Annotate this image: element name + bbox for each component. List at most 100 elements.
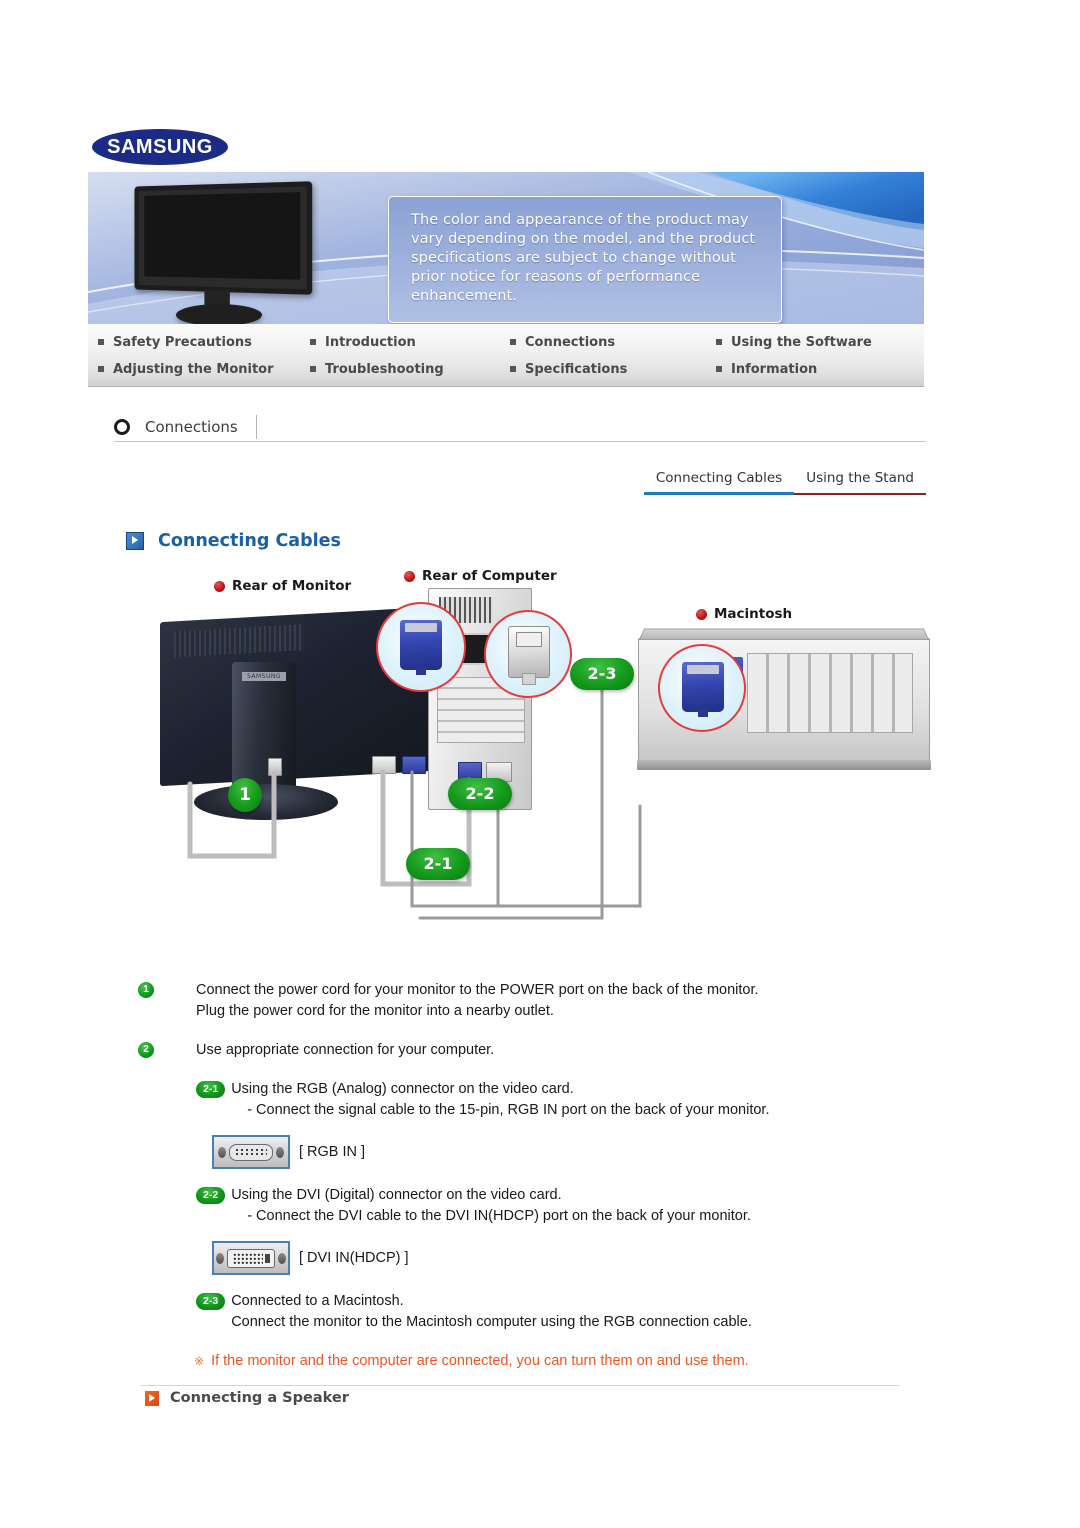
nav-label: Connections [525,334,616,350]
tab-connecting-cables[interactable]: Connecting Cables [643,470,795,495]
sub-2-1-lines: Using the RGB (Analog) connector on the … [231,1079,769,1121]
diagram-badge-2-3: 2-3 [570,658,634,690]
macintosh-vga-connector-illustration [682,662,724,717]
rgb-port-icon [212,1135,290,1169]
page-title: Connecting Cables [126,531,341,551]
nav-label: Safety Precautions [113,334,252,350]
instruction-step-2: 2 Use appropriate connection for your co… [138,1040,938,1061]
warning-note-text: If the monitor and the computer are conn… [211,1353,749,1369]
reference-mark-icon: ※ [194,1354,205,1368]
samsung-logo: SAMSUNG [92,129,228,165]
screw-icon [278,1252,286,1264]
dvi-blade [264,1253,270,1263]
hero-monitor-image [128,181,318,324]
section-title: Connections [145,414,257,439]
section-header-inner: Connections [114,412,926,442]
nav-label: Using the Software [731,334,872,350]
instruction-sub-2-2: 2-2 Using the DVI (Digital) connector on… [196,1185,938,1227]
dvi-port-caption: [ DVI IN(HDCP) ] [299,1250,409,1266]
red-dot-icon [696,608,707,620]
nav-item-specifications[interactable]: Specifications [510,357,716,381]
sub-2-3-line-1: Connected to a Macintosh. [231,1293,404,1309]
sub-2-1-line-1: Using the RGB (Analog) connector on the … [231,1081,574,1097]
nav-label: Introduction [325,334,416,350]
square-bullet-icon [310,366,316,372]
macintosh-expansion-slots [747,653,913,733]
label-text: Macintosh [714,606,793,622]
nav-item-information[interactable]: Information [716,357,918,381]
label-text: Rear of Monitor [232,578,352,594]
monitor-power-port [268,758,282,776]
main-navigation: Safety Precautions Introduction Connecti… [88,324,924,387]
nav-item-adjusting-the-monitor[interactable]: Adjusting the Monitor [98,357,310,381]
square-bullet-icon [310,339,316,345]
step-1-line-1: Connect the power cord for your monitor … [196,982,759,998]
nav-grid: Safety Precautions Introduction Connecti… [98,330,918,381]
nav-label: Troubleshooting [325,361,444,377]
vga-connector-illustration [400,620,442,675]
dvi-port-icon [212,1241,290,1275]
speaker-section-title: Connecting a Speaker [170,1390,349,1406]
sub-badge-2-3: 2-3 [196,1293,226,1310]
screw-icon [276,1146,284,1158]
orange-arrow-icon [145,1390,159,1406]
warning-note: ※ If the monitor and the computer are co… [194,1351,938,1371]
callout-bubble-dvi [484,610,572,698]
sub-2-3-line-2: Connect the monitor to the Macintosh com… [231,1314,752,1330]
square-bullet-icon [98,339,104,345]
sub-2-3-head: 2-3 Connected to a Macintosh. Connect th… [196,1291,938,1333]
monitor-screen [134,181,313,295]
sub-2-1-head: 2-1 Using the RGB (Analog) connector on … [196,1079,938,1121]
port-illustration-rgb: [ RGB IN ] [212,1135,938,1169]
diagram-badge-2-2: 2-2 [448,778,512,810]
monitor-screen-inner [144,192,301,280]
callout-bubble-macintosh [658,644,746,732]
hero-banner: The color and appearance of the product … [88,172,924,325]
nav-item-safety-precautions[interactable]: Safety Precautions [98,330,310,354]
connection-diagram: Rear of Monitor Rear of Computer Macinto… [140,566,931,956]
diagram-label-rear-of-monitor: Rear of Monitor [214,578,351,594]
vga-pins [235,1147,267,1157]
tab-label: Using the Stand [806,470,914,486]
sub-2-2-lines: Using the DVI (Digital) connector on the… [231,1185,751,1227]
nav-item-troubleshooting[interactable]: Troubleshooting [310,357,510,381]
tab-using-the-stand[interactable]: Using the Stand [794,470,926,495]
vga-shell [229,1143,273,1161]
section-divider [140,1385,900,1386]
nav-item-connections[interactable]: Connections [510,330,716,354]
nav-label: Adjusting the Monitor [113,361,274,377]
section-header: Connections [114,412,926,442]
logo-text: SAMSUNG [107,136,213,158]
red-dot-icon [214,580,225,592]
circle-marker-icon [114,418,130,435]
sub-2-2-line-2: - Connect the DVI cable to the DVI IN(HD… [247,1208,751,1224]
manual-page: SAMSUNG The color and appearance of the … [0,0,1080,1528]
square-bullet-icon [510,366,516,372]
instruction-step-1: 1 Connect the power cord for your monito… [138,980,938,1022]
diagram-label-macintosh: Macintosh [696,606,792,622]
macintosh-top-panel [639,628,929,640]
nav-label: Information [731,361,818,377]
product-notice-text: The color and appearance of the product … [411,212,756,304]
speaker-section-header: Connecting a Speaker [145,1390,349,1406]
sub-badge-2-1: 2-1 [196,1081,226,1098]
diagram-label-rear-of-computer: Rear of Computer [404,568,557,584]
step-2-text: Use appropriate connection for your comp… [196,1042,495,1058]
step-number-badge: 2 [138,1042,154,1058]
monitor-brand-plate: SAMSUNG [242,672,286,681]
dvi-connector-illustration [508,626,550,685]
diagram-badge-2-1: 2-1 [406,848,470,880]
sub-2-3-lines: Connected to a Macintosh. Connect the mo… [231,1291,752,1333]
product-notice-box: The color and appearance of the product … [388,196,782,323]
nav-item-introduction[interactable]: Introduction [310,330,510,354]
nav-item-using-the-software[interactable]: Using the Software [716,330,918,354]
page-title-text: Connecting Cables [158,531,341,551]
rgb-port-caption: [ RGB IN ] [299,1144,366,1160]
blue-arrow-icon [126,532,144,550]
monitor-stand-base [194,784,338,820]
step-1-text: Connect the power cord for your monitor … [196,980,759,1022]
sub-2-2-head: 2-2 Using the DVI (Digital) connector on… [196,1185,938,1227]
label-text: Rear of Computer [422,568,557,584]
square-bullet-icon [510,339,516,345]
port-illustration-dvi: [ DVI IN(HDCP) ] [212,1241,938,1275]
